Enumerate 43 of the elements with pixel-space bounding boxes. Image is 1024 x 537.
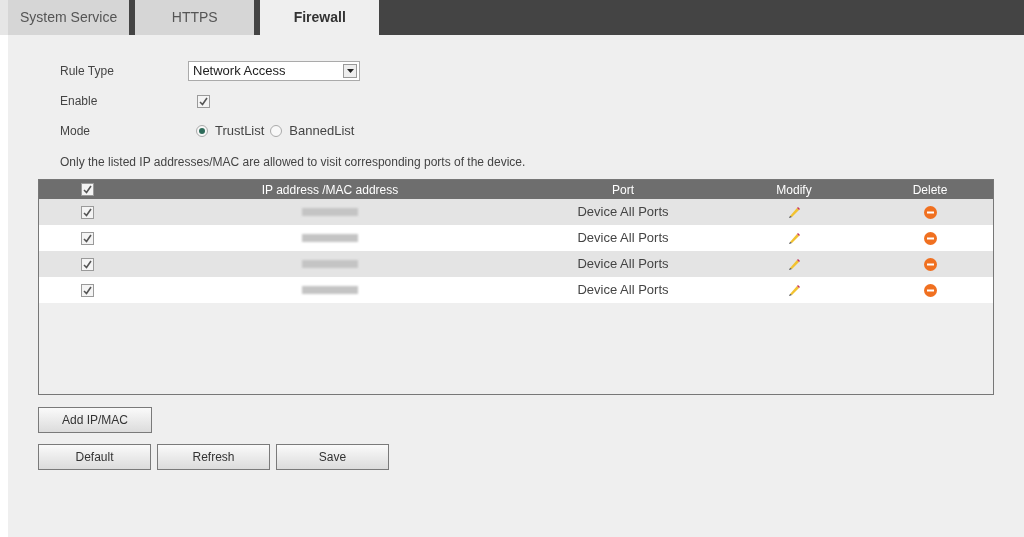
- radio-button[interactable]: [270, 125, 283, 137]
- tab[interactable]: System Service: [8, 0, 136, 35]
- field-label: Rule Type: [60, 63, 115, 80]
- field-label: Mode: [60, 123, 92, 140]
- action-button[interactable]: Save: [276, 444, 389, 470]
- add-button[interactable]: Add IP/MAC: [38, 407, 152, 433]
- blurred-address: [302, 208, 358, 216]
- delete-icon[interactable]: [923, 205, 937, 219]
- checkbox[interactable]: [80, 283, 94, 297]
- radio-button[interactable]: [196, 125, 208, 137]
- action-button[interactable]: Refresh: [157, 444, 270, 470]
- pencil-icon[interactable]: [787, 257, 801, 271]
- checkbox[interactable]: [80, 231, 94, 245]
- radio-option[interactable]: TrustList: [196, 121, 265, 141]
- column-header: Port: [612, 181, 634, 199]
- column-header: Delete: [912, 181, 948, 199]
- checkbox[interactable]: [80, 257, 94, 271]
- checkbox[interactable]: [80, 183, 94, 196]
- table-cell-text: Device All Ports: [577, 203, 669, 222]
- table-cell-text: Device All Ports: [577, 229, 669, 248]
- pencil-icon[interactable]: [787, 283, 801, 297]
- field-label: Enable: [60, 93, 99, 110]
- delete-icon[interactable]: [923, 257, 937, 271]
- checkbox[interactable]: [80, 205, 94, 219]
- pencil-icon[interactable]: [787, 231, 801, 245]
- column-header: IP address /MAC address: [261, 181, 399, 199]
- delete-icon[interactable]: [923, 231, 937, 245]
- checkbox[interactable]: [197, 94, 210, 108]
- pencil-icon[interactable]: [787, 205, 801, 219]
- info-text: Only the listed IP addresses/MAC are allowed to visit corresponding ports of the device.: [59, 154, 527, 171]
- dropdown-caret-icon: [343, 64, 357, 78]
- blurred-address: [302, 286, 358, 294]
- table-cell-text: Device All Ports: [577, 255, 669, 274]
- blurred-address: [302, 260, 358, 268]
- tab[interactable]: Firewall: [260, 0, 386, 35]
- radio-option[interactable]: BannedList: [270, 121, 355, 141]
- rule-type-dropdown[interactable]: Network Access: [188, 61, 360, 81]
- column-header: Modify: [776, 181, 812, 199]
- delete-icon[interactable]: [923, 283, 937, 297]
- action-button[interactable]: Default: [38, 444, 151, 470]
- blurred-address: [302, 234, 358, 242]
- table-cell-text: Device All Ports: [577, 281, 669, 300]
- tab[interactable]: HTTPS: [135, 0, 261, 35]
